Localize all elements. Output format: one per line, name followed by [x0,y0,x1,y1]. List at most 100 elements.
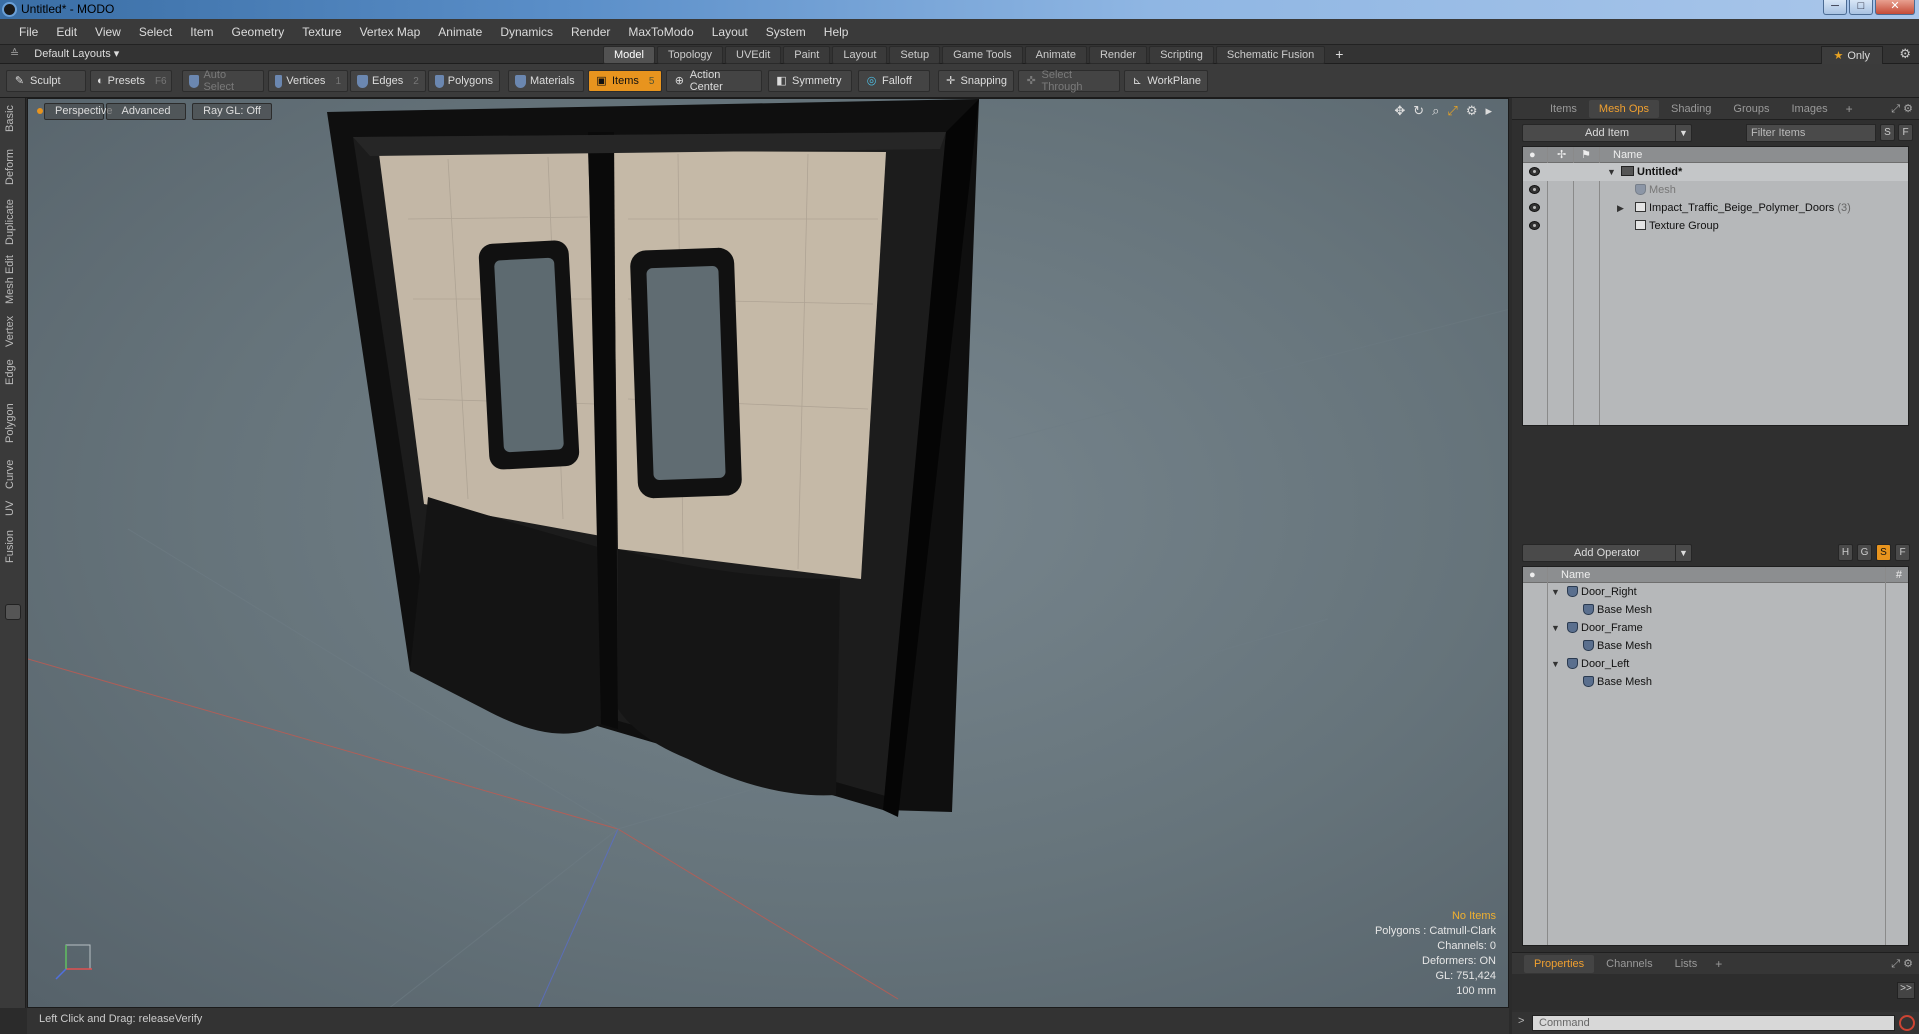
zoom-icon[interactable]: ⌕ [1432,103,1439,119]
tab-topology[interactable]: Topology [656,46,724,64]
caret-down-icon[interactable]: ▼ [1607,163,1616,181]
tree-row-doors-group[interactable]: ▶ Impact_Traffic_Beige_Polymer_Doors (3) [1523,199,1908,217]
menu-geometry[interactable]: Geometry [223,25,294,39]
caret-down-icon[interactable]: ▼ [1551,655,1560,673]
op-row-base-mesh[interactable]: Base Mesh [1523,673,1908,691]
tab-curve[interactable]: Curve [4,456,22,492]
minimize-button[interactable]: ─ [1823,0,1847,15]
collapse-icon[interactable]: ≙ [10,48,19,60]
caret-down-icon[interactable]: ▼ [1551,583,1560,601]
caret-right-icon[interactable]: ▶ [1617,199,1624,217]
op-row-door-right[interactable]: ▼ Door_Right [1523,583,1908,601]
tab-channels[interactable]: Channels [1596,955,1662,973]
add-operator-dropdown[interactable]: Add Operator ▼ [1522,544,1692,562]
tab-shading[interactable]: Shading [1661,100,1721,118]
add-panel-tab-icon[interactable]: + [1840,102,1859,116]
select-through-button[interactable]: ✜ Select Through [1018,69,1120,93]
caret-down-icon[interactable]: ▼ [1551,619,1560,637]
viewport-gear-icon[interactable]: ⚙ [1466,103,1478,119]
menu-maxtomodo[interactable]: MaxToModo [619,25,702,39]
eye-icon[interactable] [1529,167,1540,176]
menu-layout[interactable]: Layout [703,25,757,39]
tab-basic[interactable]: Basic [4,104,22,134]
tab-render[interactable]: Render [1088,46,1148,64]
pan-icon[interactable]: ✥ [1394,103,1405,119]
tree-row-scene[interactable]: ▼ Untitled* [1523,163,1908,181]
menu-system[interactable]: System [757,25,815,39]
tab-animate[interactable]: Animate [1024,46,1087,64]
close-button[interactable]: ✕ [1875,0,1915,15]
raygl-button[interactable]: Ray GL: Off [192,103,272,120]
materials-button[interactable]: Materials [508,70,584,92]
falloff-button[interactable]: ◎ Falloff [858,70,930,92]
maximize-button[interactable]: □ [1849,0,1873,15]
tab-fusion[interactable]: Fusion [4,526,22,566]
rotate-icon[interactable]: ↻ [1413,103,1424,119]
filter-g-button[interactable]: G [1857,544,1872,561]
tab-deform[interactable]: Deform [4,146,22,188]
menu-view[interactable]: View [86,25,130,39]
name-column-header[interactable]: Name [1613,149,1642,161]
tab-duplicate[interactable]: Duplicate [4,196,22,248]
tab-polygon[interactable]: Polygon [4,400,22,446]
tab-groups[interactable]: Groups [1723,100,1779,118]
edges-button[interactable]: Edges 2 [350,70,426,92]
snapping-button[interactable]: ✛ Snapping [938,70,1014,92]
layout-selector[interactable]: ≙ Default Layouts ▾ [10,47,119,60]
tab-properties[interactable]: Properties [1524,954,1595,973]
tab-uvedit[interactable]: UVEdit [725,46,782,64]
workplane-button[interactable]: ⊾ WorkPlane [1124,70,1208,92]
tab-uv[interactable]: UV [4,498,22,518]
menu-help[interactable]: Help [815,25,858,39]
tree-row-mesh[interactable]: Mesh [1523,181,1908,199]
tab-mesh-edit[interactable]: Mesh Edit [4,254,22,306]
menu-dynamics[interactable]: Dynamics [491,25,562,39]
tab-lists[interactable]: Lists [1665,955,1708,973]
filter-f-toggle[interactable]: F [1895,544,1910,561]
stop-icon[interactable] [1899,1015,1915,1031]
eye-icon[interactable] [1529,221,1540,230]
viewport-options-dot[interactable] [37,108,43,114]
tab-game-tools[interactable]: Game Tools [942,46,1023,64]
tab-paint[interactable]: Paint [783,46,831,64]
tab-images[interactable]: Images [1782,100,1838,118]
menu-select[interactable]: Select [130,25,181,39]
auto-select-button[interactable]: Auto Select [182,69,264,93]
menu-texture[interactable]: Texture [293,25,350,39]
presets-button[interactable]: ◐ Presets F6 [90,70,172,92]
symmetry-button[interactable]: ◧ Symmetry [768,70,852,92]
sculpt-button[interactable]: ✎ Sculpt [6,70,86,92]
tab-setup[interactable]: Setup [889,46,941,64]
command-history-icon[interactable]: > [1518,1015,1524,1027]
menu-edit[interactable]: Edit [47,25,86,39]
tab-model[interactable]: Model [603,46,655,64]
door-scene[interactable] [28,99,1509,1008]
only-button[interactable]: ★ Only [1820,46,1883,65]
tab-items[interactable]: Items [1540,100,1587,118]
eye-icon[interactable] [1529,185,1540,194]
panel-options-icon[interactable]: ⤢ ⚙ [1891,957,1913,971]
op-row-door-left[interactable]: ▼ Door_Left [1523,655,1908,673]
tab-mesh-ops[interactable]: Mesh Ops [1588,99,1660,118]
menu-file[interactable]: File [10,25,47,39]
filter-s-button[interactable]: S [1880,124,1895,141]
tab-scripting[interactable]: Scripting [1149,46,1214,64]
3d-viewport[interactable]: Perspective Advanced Ray GL: Off ✥ ↻ ⌕ ⤢… [27,98,1509,1008]
maximize-view-icon[interactable]: ⤢ [1447,103,1457,119]
menu-render[interactable]: Render [562,25,619,39]
modo-app-icon[interactable] [2,2,17,17]
items-button[interactable]: ▣ Items 5 [588,70,662,92]
polygons-button[interactable]: Polygons [428,70,500,92]
filter-h-button[interactable]: H [1838,544,1853,561]
op-row-door-frame[interactable]: ▼ Door_Frame [1523,619,1908,637]
menu-item[interactable]: Item [181,25,222,39]
add-tab-button[interactable]: + [1327,46,1351,64]
tree-row-texture-group[interactable]: Texture Group [1523,217,1908,235]
shading-button[interactable]: Advanced [106,103,186,120]
action-center-button[interactable]: ⊕ Action Center [666,69,762,93]
menu-vertex-map[interactable]: Vertex Map [351,25,430,39]
menu-animate[interactable]: Animate [429,25,491,39]
filter-s-toggle[interactable]: S [1876,544,1891,561]
view-type-button[interactable]: Perspective [44,103,112,120]
name-column-header[interactable]: Name [1561,569,1590,581]
